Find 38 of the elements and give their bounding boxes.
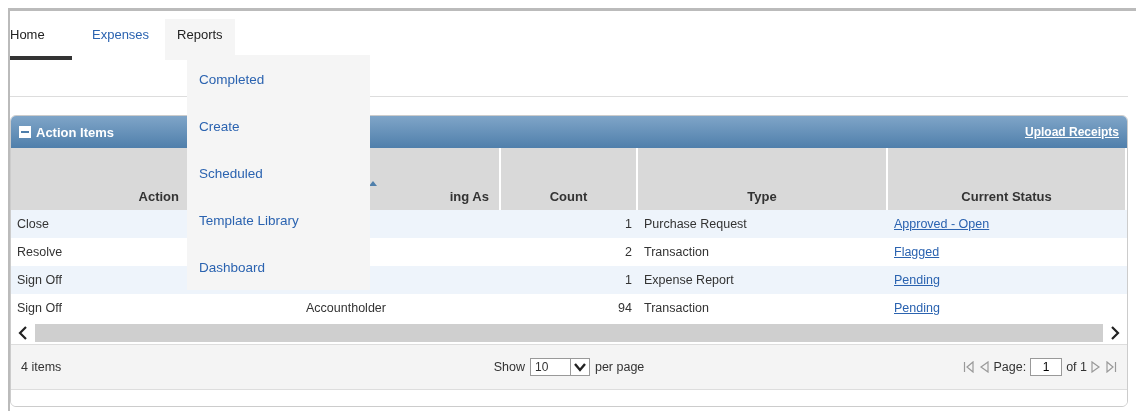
- menu-item[interactable]: Template Library: [199, 210, 370, 231]
- status-link[interactable]: Flagged: [894, 245, 940, 259]
- upload-receipts-link[interactable]: Upload Receipts: [1024, 125, 1119, 139]
- page-total: of 1: [1066, 360, 1087, 374]
- page-label: Page:: [993, 360, 1027, 374]
- nav-tab[interactable]: Expenses: [92, 19, 158, 60]
- table-cell: Expense Report: [638, 266, 888, 294]
- table-cell: Purchase Request: [638, 210, 888, 238]
- nav-tab[interactable]: Home: [10, 19, 72, 60]
- menu-item[interactable]: Completed: [199, 69, 370, 90]
- page-size-select[interactable]: 10: [529, 358, 590, 376]
- first-page-icon[interactable]: [963, 361, 975, 373]
- per-page-label: per page: [594, 360, 645, 374]
- item-count: 4 items: [21, 360, 63, 374]
- scrollbar-track[interactable]: [35, 324, 1103, 342]
- column-header[interactable]: Count: [501, 148, 638, 210]
- last-page-icon[interactable]: [1106, 361, 1117, 373]
- status-link[interactable]: Pending: [894, 301, 940, 315]
- scroll-right-icon[interactable]: [1109, 326, 1121, 340]
- table-cell: Sign Off: [11, 266, 191, 294]
- previous-page-icon[interactable]: [978, 361, 990, 373]
- status-link[interactable]: Pending: [894, 273, 940, 287]
- menu-item[interactable]: Create: [199, 116, 370, 137]
- column-header[interactable]: Type: [638, 148, 888, 210]
- page-input[interactable]: 1: [1030, 358, 1063, 376]
- dropdown-arrow-icon[interactable]: [569, 359, 589, 375]
- table-cell: 1: [501, 210, 638, 238]
- menu-item[interactable]: Dashboard: [199, 257, 370, 278]
- table-cell: 1: [501, 266, 638, 294]
- column-header[interactable]: Current Status: [888, 148, 1127, 210]
- menu-item[interactable]: Scheduled: [199, 163, 370, 184]
- panel-title: Action Items: [36, 124, 114, 140]
- collapse-icon[interactable]: [19, 126, 31, 138]
- next-page-icon[interactable]: [1091, 361, 1102, 373]
- nav-tab[interactable]: Reports: [165, 19, 235, 60]
- status-link[interactable]: Approved - Open: [894, 217, 990, 231]
- scroll-left-icon[interactable]: [17, 326, 29, 340]
- show-label: Show: [493, 360, 525, 374]
